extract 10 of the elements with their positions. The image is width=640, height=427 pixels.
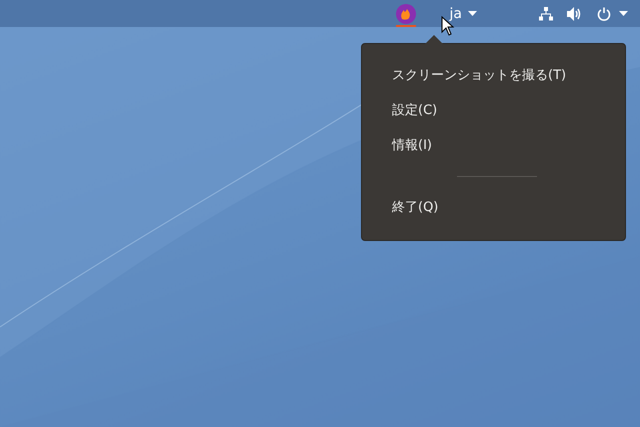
caret-icon — [619, 11, 628, 16]
volume-icon[interactable] — [567, 6, 583, 20]
menu-item[interactable]: 設定(C) — [392, 101, 625, 136]
menu-item[interactable]: 終了(Q) — [392, 198, 625, 233]
menu-item[interactable]: 情報(I) — [392, 136, 625, 171]
caret-icon — [468, 11, 477, 16]
power-menu[interactable] — [597, 6, 628, 20]
language-menu[interactable]: ja — [446, 6, 481, 22]
menu-item[interactable]: スクリーンショットを撮る(T) — [392, 66, 625, 101]
network-icon[interactable] — [539, 6, 553, 20]
